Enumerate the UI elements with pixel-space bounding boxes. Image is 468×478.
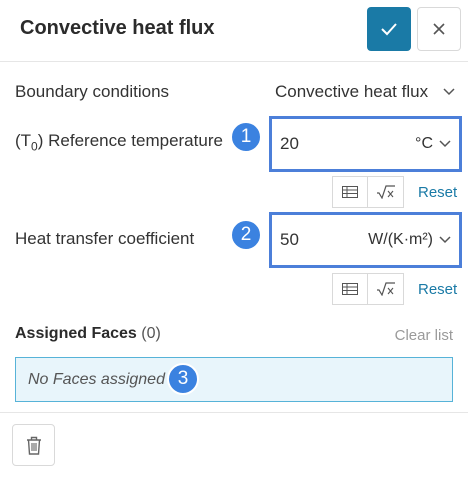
no-faces-message: No Faces assigned: [28, 370, 165, 388]
heat-transfer-coefficient-tools: Reset: [332, 273, 457, 305]
reference-temperature-unit[interactable]: °C: [340, 135, 439, 153]
panel-header: Convective heat flux: [0, 0, 468, 62]
reference-temperature-value[interactable]: 20: [280, 134, 340, 154]
panel-title: Convective heat flux: [20, 17, 215, 39]
step-badge-1: 1: [230, 121, 262, 153]
assigned-faces-title: Assigned Faces (0): [15, 325, 161, 342]
square-root-icon: [376, 185, 395, 199]
table-input-button[interactable]: [332, 176, 368, 208]
formula-input-button[interactable]: [368, 273, 404, 305]
heat-transfer-coefficient-value[interactable]: 50: [280, 230, 340, 250]
boundary-conditions-label: Boundary conditions: [15, 82, 170, 101]
step-badge-3: 3: [167, 363, 199, 395]
reference-temperature-reset-link[interactable]: Reset: [418, 184, 457, 201]
chevron-down-icon: [443, 88, 455, 96]
table-input-button[interactable]: [332, 273, 368, 305]
boundary-conditions-select[interactable]: Convective heat flux: [275, 80, 455, 104]
assigned-faces-count: (0): [141, 325, 161, 342]
table-icon: [342, 283, 358, 295]
footer-divider: [0, 412, 468, 413]
close-icon: [433, 23, 445, 35]
clear-list-link[interactable]: Clear list: [395, 327, 453, 344]
trash-icon: [26, 436, 41, 455]
step-badge-2: 2: [230, 219, 262, 251]
heat-transfer-coefficient-unit[interactable]: W/(K·m²): [340, 231, 439, 249]
heat-transfer-coefficient-label: Heat transfer coefficient: [15, 229, 195, 248]
heat-transfer-coefficient-reset-link[interactable]: Reset: [418, 281, 457, 298]
reference-temperature-label: (T0) Reference temperature: [15, 131, 223, 154]
chevron-down-icon[interactable]: [439, 236, 451, 244]
chevron-down-icon[interactable]: [439, 140, 451, 148]
table-icon: [342, 186, 358, 198]
reference-temperature-tools: Reset: [332, 176, 457, 208]
formula-input-button[interactable]: [368, 176, 404, 208]
delete-button[interactable]: [12, 424, 55, 466]
checkmark-icon: [381, 23, 397, 36]
heat-transfer-coefficient-field[interactable]: 50 W/(K·m²): [269, 212, 462, 268]
reference-temperature-field[interactable]: 20 °C: [269, 116, 462, 172]
confirm-button[interactable]: [367, 7, 411, 51]
close-button[interactable]: [417, 7, 461, 51]
square-root-icon: [376, 282, 395, 296]
boundary-conditions-value: Convective heat flux: [275, 82, 429, 101]
assigned-faces-box[interactable]: No Faces assigned: [15, 357, 453, 402]
